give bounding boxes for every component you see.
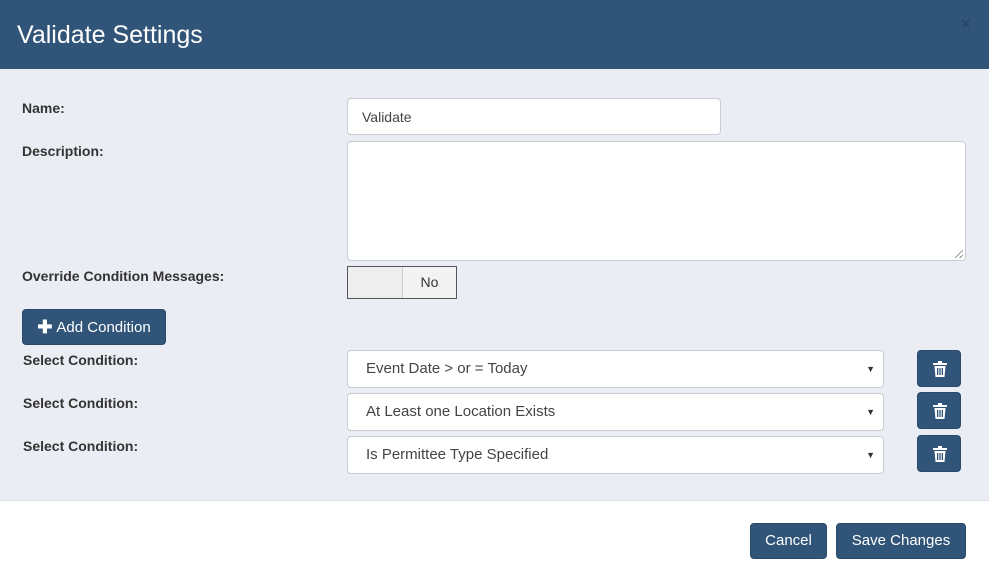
dialog-header: Validate Settings × [0, 0, 989, 69]
delete-condition-button[interactable] [917, 435, 961, 472]
name-field[interactable] [347, 98, 721, 135]
condition-select[interactable]: At Least one Location Exists ▼ [347, 393, 884, 431]
name-label: Name: [22, 100, 65, 116]
condition-select[interactable]: Is Permittee Type Specified ▼ [347, 436, 884, 474]
description-field[interactable] [347, 141, 966, 261]
chevron-down-icon: ▼ [866, 407, 875, 417]
dialog-body: Name: Description: Override Condition Me… [0, 69, 989, 501]
resize-handle[interactable] [955, 250, 963, 258]
condition-label: Select Condition: [23, 395, 139, 411]
condition-label: Select Condition: [23, 438, 139, 454]
override-label: Override Condition Messages: [22, 268, 225, 284]
toggle-state: No [403, 267, 456, 298]
dialog-title: Validate Settings [17, 21, 203, 49]
delete-condition-button[interactable] [917, 350, 961, 387]
close-icon[interactable]: × [960, 14, 971, 34]
trash-icon [933, 361, 947, 377]
plus-icon: ✚ [37, 317, 53, 337]
trash-icon [933, 403, 947, 419]
delete-condition-button[interactable] [917, 392, 961, 429]
cancel-button[interactable]: Cancel [750, 523, 827, 559]
toggle-handle [348, 267, 403, 298]
trash-icon [933, 446, 947, 462]
validate-settings-dialog: Validate Settings × Name: Description: O… [0, 0, 989, 582]
description-label: Description: [22, 143, 104, 159]
save-changes-button[interactable]: Save Changes [836, 523, 966, 559]
condition-label: Select Condition: [23, 352, 139, 368]
dialog-footer: Cancel Save Changes [0, 502, 989, 582]
condition-select-value: Is Permittee Type Specified [366, 446, 549, 463]
add-condition-label: Add Condition [56, 319, 151, 336]
override-toggle[interactable]: No [347, 266, 457, 299]
chevron-down-icon: ▼ [866, 364, 875, 374]
chevron-down-icon: ▼ [866, 450, 875, 460]
condition-select[interactable]: Event Date > or = Today ▼ [347, 350, 884, 388]
condition-select-value: At Least one Location Exists [366, 403, 556, 420]
add-condition-button[interactable]: ✚ Add Condition [22, 309, 166, 345]
condition-select-value: Event Date > or = Today [366, 360, 528, 377]
